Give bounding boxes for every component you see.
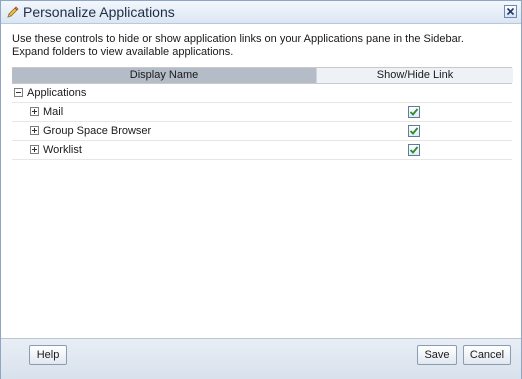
show-hide-checkbox-worklist[interactable]: [408, 144, 420, 156]
instructions-line-2: Expand folders to view available applica…: [12, 46, 234, 58]
checkmark-icon: [409, 108, 419, 116]
tree-row-applications: Applications: [12, 84, 512, 103]
applications-tree-table: Display Name Show/Hide Link Applications…: [12, 67, 513, 160]
expand-icon[interactable]: [30, 145, 39, 154]
help-button[interactable]: Help: [29, 345, 67, 365]
dialog-titlebar: Personalize Applications: [1, 1, 521, 24]
column-header-show-hide-link[interactable]: Show/Hide Link: [316, 68, 513, 83]
dialog-title: Personalize Applications: [23, 4, 175, 20]
dialog-footer: Help Save Cancel: [1, 338, 521, 379]
tree-row-group-space-browser: Group Space Browser: [12, 122, 512, 141]
column-header-display-name[interactable]: Display Name: [12, 68, 316, 83]
collapse-icon[interactable]: [14, 88, 23, 97]
checkmark-icon: [409, 146, 419, 154]
tree-row-label: Mail: [43, 106, 64, 118]
table-header: Display Name Show/Hide Link: [12, 67, 513, 84]
cancel-button[interactable]: Cancel: [463, 345, 511, 365]
tree-row-label: Worklist: [43, 144, 82, 156]
personalize-applications-dialog: Personalize Applications Use these contr…: [0, 0, 522, 379]
tree-row-mail: Mail: [12, 103, 512, 122]
instructions-line-1: Use these controls to hide or show appli…: [12, 33, 464, 45]
close-icon[interactable]: [504, 5, 517, 18]
tree-row-worklist: Worklist: [12, 141, 512, 160]
show-hide-checkbox-mail[interactable]: [408, 106, 420, 118]
tree-row-label: Group Space Browser: [43, 125, 152, 137]
pencil-icon: [5, 4, 21, 20]
show-hide-checkbox-group-space-browser[interactable]: [408, 125, 420, 137]
tree-row-label: Applications: [27, 87, 87, 99]
save-button[interactable]: Save: [417, 345, 457, 365]
checkmark-icon: [409, 127, 419, 135]
instructions-text: Use these controls to hide or show appli…: [12, 33, 512, 59]
expand-icon[interactable]: [30, 107, 39, 116]
expand-icon[interactable]: [30, 126, 39, 135]
